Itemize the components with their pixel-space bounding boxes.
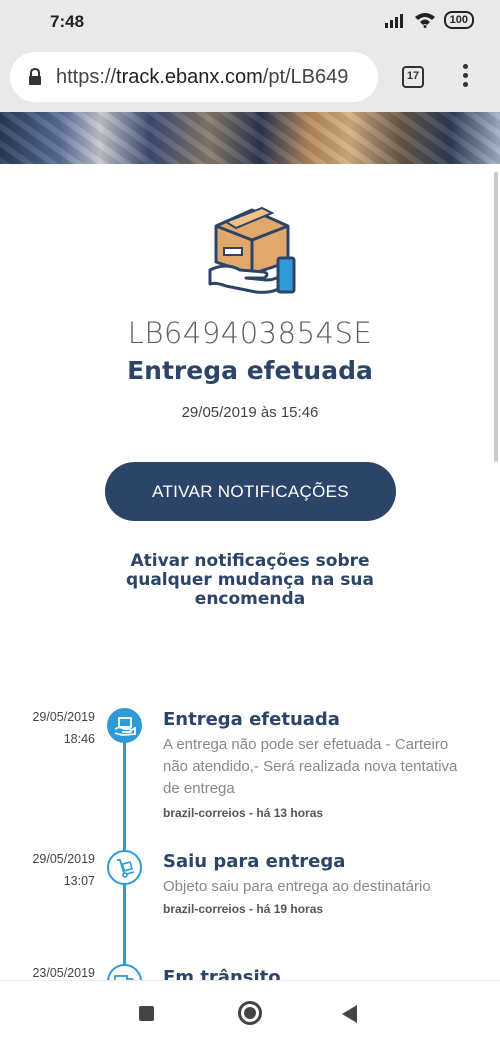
event-title: Saiu para entrega: [163, 851, 346, 872]
status-icons: 100: [384, 11, 474, 29]
tab-switcher-button[interactable]: 17: [402, 66, 424, 88]
browser-menu-button[interactable]: [455, 64, 475, 92]
hero-banner-image: [0, 112, 500, 164]
event-title: Entrega efetuada: [163, 709, 340, 730]
event-date: 23/05/2019: [32, 966, 95, 980]
notifications-description: Ativar notificações sobre qualquer mudan…: [126, 551, 374, 609]
event-date: 29/05/2019 13:07: [32, 852, 95, 888]
browser-toolbar: https://track.ebanx.com/pt/LB649 17: [0, 44, 500, 112]
hand-truck-icon: [107, 850, 142, 885]
url-scheme: https://: [56, 65, 117, 88]
url-text[interactable]: https://track.ebanx.com/pt/LB649: [56, 66, 348, 89]
event-date: 29/05/2019 18:46: [32, 710, 95, 746]
status-bar: 7:48 100: [0, 0, 500, 44]
url-host: track.ebanx.com: [116, 65, 263, 88]
status-time: 7:48: [50, 12, 85, 31]
delivery-box-icon: [107, 708, 142, 743]
event-source: brazil-correios - há 13 horas: [163, 806, 324, 820]
tracking-page: LB649403854SE Entrega efetuada 29/05/201…: [0, 164, 500, 980]
event-source: brazil-correios - há 19 horas: [163, 902, 324, 916]
wifi-icon: [414, 13, 435, 28]
event-description: Objeto saiu para entrega ao destinatário: [163, 878, 431, 895]
event-title: Em trânsito: [163, 967, 281, 980]
recent-apps-button[interactable]: [139, 1006, 154, 1021]
enable-notifications-button[interactable]: ATIVAR NOTIFICAÇÕES: [105, 462, 396, 521]
back-button[interactable]: [342, 1005, 357, 1023]
battery-indicator: 100: [443, 11, 474, 29]
system-navigation-bar: [0, 980, 500, 1041]
event-description: A entrega não pode ser efetuada - Cartei…: [163, 736, 458, 797]
url-path: /pt/LB649: [262, 65, 349, 88]
truck-icon: [107, 964, 142, 980]
signal-icon: [384, 14, 403, 28]
lock-icon: [29, 68, 41, 85]
home-button[interactable]: [238, 1001, 262, 1025]
status-datetime: 29/05/2019 às 15:46: [181, 404, 319, 421]
address-bar[interactable]: https://track.ebanx.com/pt/LB649: [10, 52, 378, 102]
tracking-code: LB649403854SE: [127, 316, 373, 350]
shipment-status: Entrega efetuada: [127, 356, 373, 385]
package-hand-icon: [208, 206, 296, 294]
